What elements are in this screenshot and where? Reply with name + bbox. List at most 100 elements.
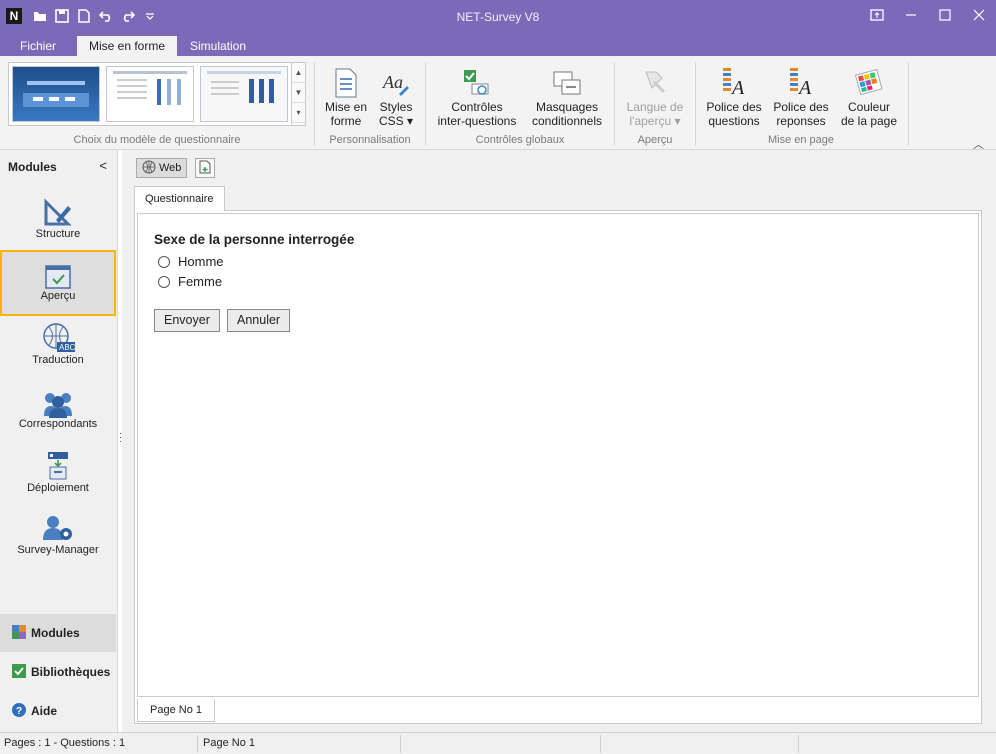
close-icon[interactable]: [962, 0, 996, 30]
radio-femme[interactable]: [158, 275, 170, 288]
chevron-up-icon[interactable]: ▲: [292, 63, 305, 83]
conditional-mask-icon: [528, 64, 606, 98]
footer-aide[interactable]: ? Aide: [0, 692, 116, 730]
color-palette-icon: [838, 64, 900, 98]
module-apercu[interactable]: Aperçu: [0, 250, 116, 316]
questionnaire-panel: Sexe de la personne interrogée Homme Fem…: [134, 210, 982, 724]
module-apercu-label: Aperçu: [40, 290, 76, 302]
web-view-button[interactable]: Web: [136, 158, 188, 178]
page-view-button[interactable]: [195, 158, 216, 178]
radio-homme[interactable]: [158, 255, 170, 268]
questionnaire-preview: Sexe de la personne interrogée Homme Fem…: [137, 213, 979, 697]
template-thumbnail-3[interactable]: [200, 66, 288, 122]
group-separator: [425, 62, 426, 146]
title-bar: N NET-Survey V8: [0, 0, 996, 34]
police-questions-button[interactable]: A Police des questions: [702, 64, 766, 128]
footer-modules[interactable]: Modules: [0, 614, 116, 652]
module-survey-manager[interactable]: Survey-Manager: [0, 506, 116, 568]
ribbon-display-icon[interactable]: [860, 0, 894, 30]
couleur-page-button[interactable]: Couleur de la page: [838, 64, 900, 128]
police-questions-label: Police des questions: [706, 100, 762, 128]
question-title: Sexe de la personne interrogée: [154, 232, 355, 247]
status-bar: Pages : 1 - Questions : 1 Page No 1: [0, 732, 996, 754]
tab-simulation[interactable]: Simulation: [178, 36, 258, 56]
language-icon: [622, 64, 688, 98]
main-area: Web Questionnaire Sexe de la personne in…: [122, 150, 996, 732]
module-deploiement[interactable]: Déploiement: [0, 444, 116, 506]
module-correspondants-label: Correspondants: [18, 418, 98, 430]
option-homme-label: Homme: [178, 254, 224, 269]
group-label-gallery: Choix du modèle de questionnaire: [73, 134, 241, 146]
maximize-icon[interactable]: [928, 0, 962, 30]
template-thumbnail-1[interactable]: [12, 66, 100, 122]
new-page-icon: [199, 160, 211, 177]
module-structure[interactable]: Structure: [0, 190, 116, 252]
group-separator: [695, 62, 696, 146]
module-correspondants[interactable]: Correspondants: [0, 380, 116, 442]
masquages-label: Masquages conditionnels: [531, 100, 603, 128]
preview-toolbar: Web: [136, 158, 216, 178]
library-icon: [12, 663, 26, 681]
modules-sidebar: Modules < Structure Aperçu ABC Traductio…: [0, 150, 118, 732]
deployment-icon: [0, 444, 116, 482]
help-icon: ?: [12, 702, 26, 720]
styles-icon: Aa: [374, 64, 418, 98]
document-format-icon: [322, 64, 370, 98]
module-deploiement-label: Déploiement: [27, 482, 89, 494]
option-homme[interactable]: Homme: [158, 254, 224, 269]
mise-en-forme-button[interactable]: Mise en forme: [322, 64, 370, 128]
status-counts: Pages : 1 - Questions : 1: [4, 737, 126, 749]
status-separator: [400, 735, 401, 753]
svg-text:A: A: [797, 77, 812, 98]
gallery-more-icon[interactable]: ▾: [292, 103, 305, 123]
styles-css-label: Styles CSS ▾: [378, 100, 414, 128]
svg-text:?: ?: [16, 706, 22, 717]
couleur-page-label: Couleur de la page: [840, 100, 898, 128]
group-separator: [614, 62, 615, 146]
controles-inter-label: Contrôles inter-questions: [437, 100, 517, 128]
template-gallery[interactable]: ▲ ▼ ▾: [8, 62, 306, 126]
styles-css-button[interactable]: Aa Styles CSS ▾: [374, 64, 418, 128]
footer-aide-label: Aide: [31, 704, 58, 718]
group-label-mise-en-page: Mise en page: [767, 134, 835, 146]
web-view-label: Web: [159, 162, 182, 174]
tab-page-1[interactable]: Page No 1: [137, 699, 215, 722]
window-title: NET-Survey V8: [456, 10, 540, 24]
checklist-icon: [432, 64, 522, 98]
font-answers-icon: A: [770, 64, 832, 98]
ruler-pencil-icon: [0, 190, 116, 228]
globe-abc-icon: ABC: [0, 316, 116, 354]
svg-text:ABC: ABC: [59, 343, 75, 352]
langue-apercu-button[interactable]: Langue de l'aperçu ▾: [622, 64, 688, 128]
module-traduction-label: Traduction: [32, 354, 84, 366]
module-traduction[interactable]: ABC Traduction: [0, 316, 116, 378]
modules-icon: [12, 624, 26, 642]
group-separator: [314, 62, 315, 146]
status-separator: [798, 735, 799, 753]
footer-bibliotheques-label: Bibliothèques: [31, 665, 111, 679]
tab-mise-en-forme[interactable]: Mise en forme: [77, 36, 178, 56]
svg-text:A: A: [730, 77, 745, 98]
preview-window-icon: [2, 252, 114, 290]
minimize-icon[interactable]: [894, 0, 928, 30]
tab-fichier[interactable]: Fichier: [8, 36, 68, 56]
masquages-conditionnels-button[interactable]: Masquages conditionnels: [528, 64, 606, 128]
option-femme[interactable]: Femme: [158, 274, 222, 289]
template-thumbnail-2[interactable]: [106, 66, 194, 122]
cancel-button[interactable]: Annuler: [227, 309, 291, 332]
group-label-personnalisation: Personnalisation: [329, 134, 411, 146]
group-separator: [908, 62, 909, 146]
status-separator: [600, 735, 601, 753]
svg-text:Aa: Aa: [382, 72, 403, 92]
chevron-down-icon[interactable]: ▼: [292, 83, 305, 103]
people-group-icon: [0, 380, 116, 418]
chevron-left-icon[interactable]: <: [99, 158, 107, 173]
footer-modules-label: Modules: [31, 626, 80, 640]
police-reponses-button[interactable]: A Police des reponses: [770, 64, 832, 128]
ribbon: ▲ ▼ ▾ Choix du modèle de questionnaire M…: [0, 56, 996, 151]
controles-inter-questions-button[interactable]: Contrôles inter-questions: [432, 64, 522, 128]
tab-questionnaire[interactable]: Questionnaire: [134, 186, 225, 211]
gallery-scroll[interactable]: ▲ ▼ ▾: [291, 63, 305, 125]
footer-bibliotheques[interactable]: Bibliothèques: [0, 653, 116, 691]
submit-button[interactable]: Envoyer: [154, 309, 220, 332]
